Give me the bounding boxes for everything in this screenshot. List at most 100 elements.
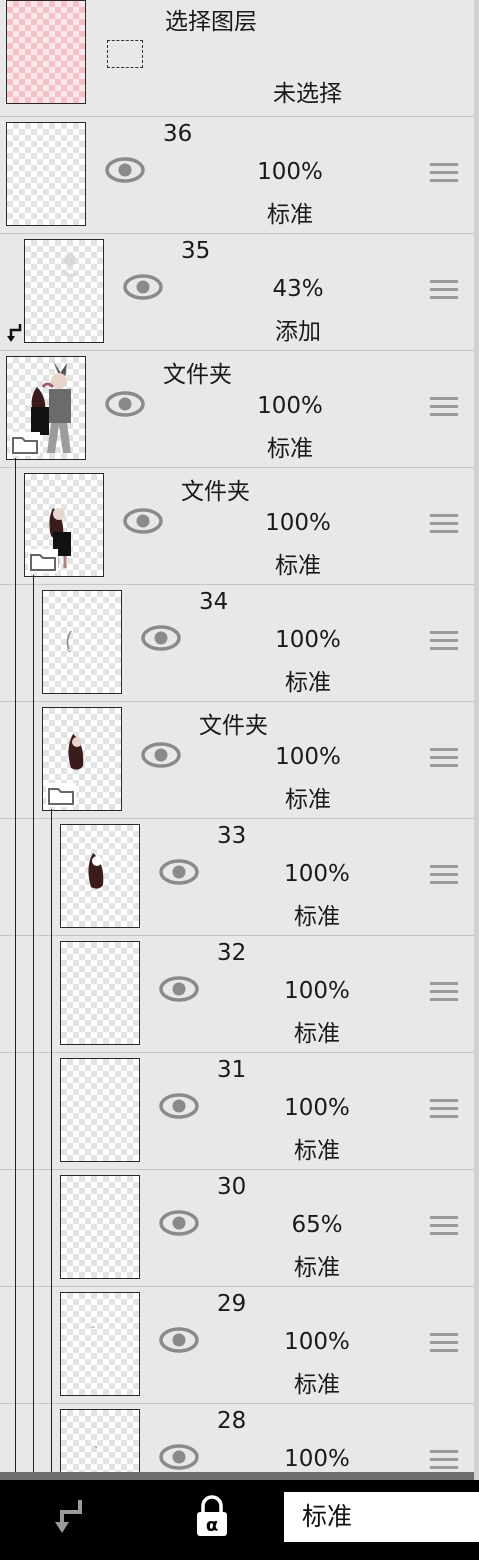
folder-icon	[28, 549, 58, 573]
folder-thumbnail[interactable]	[24, 473, 104, 577]
layer-blend-mode: 标准	[285, 670, 331, 696]
layer-blend-mode: 标准	[267, 436, 313, 462]
drag-handle-icon[interactable]	[430, 280, 458, 302]
layer-name: 32	[217, 940, 247, 966]
drag-handle-icon[interactable]	[430, 865, 458, 887]
drag-handle-icon[interactable]	[430, 1099, 458, 1121]
visibility-eye-icon[interactable]	[123, 506, 163, 536]
selection-layer-row[interactable]: 选择图层 未选择	[0, 0, 474, 117]
layer-row[interactable]: 36 100% 标准	[0, 117, 474, 234]
layer-name: 36	[163, 121, 193, 147]
folder-name: 文件夹	[163, 362, 232, 388]
layer-blend-mode: 标准	[294, 1372, 340, 1398]
layer-opacity: 100%	[284, 978, 350, 1004]
layer-row[interactable]: 29 100% 标准	[0, 1287, 474, 1404]
layer-thumbnail[interactable]	[42, 590, 122, 694]
layer-name: 29	[217, 1291, 247, 1317]
layer-opacity: 100%	[257, 393, 323, 419]
folder-tree-line	[51, 809, 52, 1480]
layer-thumbnail[interactable]	[60, 1058, 140, 1162]
layer-blend-mode: 标准	[285, 787, 331, 813]
folder-name: 文件夹	[199, 713, 268, 739]
layer-opacity: 100%	[275, 627, 341, 653]
drag-handle-icon[interactable]	[430, 514, 458, 536]
layer-content-sketch	[61, 254, 76, 277]
layer-name: 34	[199, 589, 229, 615]
visibility-eye-icon[interactable]	[105, 155, 145, 185]
folder-icon	[46, 783, 76, 807]
drag-handle-icon[interactable]	[430, 397, 458, 419]
drag-handle-icon[interactable]	[430, 163, 458, 185]
layer-row[interactable]: 34 100% 标准	[0, 585, 474, 702]
drag-handle-icon[interactable]	[430, 631, 458, 653]
clipping-arrow-icon[interactable]	[52, 1496, 86, 1536]
visibility-eye-icon[interactable]	[159, 1442, 199, 1472]
layer-blend-mode: 标准	[294, 1021, 340, 1047]
layer-opacity: 100%	[275, 744, 341, 770]
visibility-eye-icon[interactable]	[159, 1091, 199, 1121]
layer-row[interactable]: 32 100% 标准	[0, 936, 474, 1053]
clipping-indicator-icon	[7, 324, 22, 342]
layer-thumbnail[interactable]	[60, 1175, 140, 1279]
layer-thumbnail[interactable]	[24, 239, 104, 343]
folder-row[interactable]: 文件夹 100% 标准	[0, 468, 474, 585]
layer-row[interactable]: 33 100% 标准	[0, 819, 474, 936]
layer-content-sketch	[94, 1445, 98, 1449]
layer-name: 31	[217, 1057, 247, 1083]
layer-content-sketch	[91, 1326, 95, 1328]
layer-row[interactable]: 35 43% 添加	[0, 234, 474, 351]
folder-row[interactable]: 文件夹 100% 标准	[0, 702, 474, 819]
drag-handle-icon[interactable]	[430, 1333, 458, 1355]
layer-opacity: 100%	[265, 510, 331, 536]
svg-text:α: α	[206, 1515, 218, 1536]
layer-thumbnail[interactable]	[60, 1409, 140, 1480]
layer-name: 35	[181, 238, 211, 264]
selection-layer-thumbnail[interactable]	[6, 0, 86, 104]
blend-mode-select[interactable]: 标准	[284, 1492, 479, 1542]
visibility-eye-icon[interactable]	[159, 974, 199, 1004]
alpha-lock-icon[interactable]: α	[192, 1494, 232, 1538]
selection-status: 未选择	[273, 81, 342, 107]
layer-opacity: 100%	[284, 1095, 350, 1121]
layer-blend-mode: 标准	[294, 1138, 340, 1164]
layer-thumbnail[interactable]	[6, 122, 86, 226]
selection-layer-title: 选择图层	[165, 9, 257, 35]
layer-thumbnail[interactable]	[60, 941, 140, 1045]
drag-handle-icon[interactable]	[430, 982, 458, 1004]
layer-toolbar: α 标准	[0, 1480, 479, 1560]
visibility-eye-icon[interactable]	[159, 1325, 199, 1355]
folder-thumbnail[interactable]	[6, 356, 86, 460]
folder-thumbnail[interactable]	[42, 707, 122, 811]
visibility-eye-icon[interactable]	[141, 740, 181, 770]
layer-blend-mode: 标准	[267, 202, 313, 228]
layer-panel: 选择图层 未选择 36 100% 标准 35 43% 添加 文件夹 100% 标…	[0, 0, 474, 1480]
folder-row[interactable]: 文件夹 100% 标准	[0, 351, 474, 468]
folder-tree-line	[33, 575, 34, 1480]
visibility-eye-icon[interactable]	[141, 623, 181, 653]
folder-name: 文件夹	[181, 479, 250, 505]
drag-handle-icon[interactable]	[430, 1450, 458, 1472]
layer-opacity: 100%	[284, 1329, 350, 1355]
scrollbar-track[interactable]	[474, 0, 479, 1480]
visibility-eye-icon[interactable]	[123, 272, 163, 302]
drag-handle-icon[interactable]	[430, 1216, 458, 1238]
visibility-eye-icon[interactable]	[105, 389, 145, 419]
layer-opacity: 100%	[257, 159, 323, 185]
drag-handle-icon[interactable]	[430, 748, 458, 770]
visibility-eye-icon[interactable]	[159, 1208, 199, 1238]
layer-opacity: 100%	[284, 1446, 350, 1472]
layer-opacity: 100%	[284, 861, 350, 887]
panel-bottom-divider	[0, 1472, 474, 1480]
layer-row[interactable]: 30 65% 标准	[0, 1170, 474, 1287]
layer-thumbnail[interactable]	[60, 824, 140, 928]
layer-content-hair	[88, 853, 104, 889]
layer-content-sketch	[66, 630, 72, 653]
layer-opacity: 43%	[272, 276, 324, 302]
layer-row[interactable]: 28 100%	[0, 1404, 474, 1480]
layer-row[interactable]: 31 100% 标准	[0, 1053, 474, 1170]
layer-name: 28	[217, 1408, 247, 1434]
layer-name: 33	[217, 823, 247, 849]
visibility-eye-icon[interactable]	[159, 857, 199, 887]
layer-thumbnail[interactable]	[60, 1292, 140, 1396]
folder-icon	[10, 432, 40, 456]
